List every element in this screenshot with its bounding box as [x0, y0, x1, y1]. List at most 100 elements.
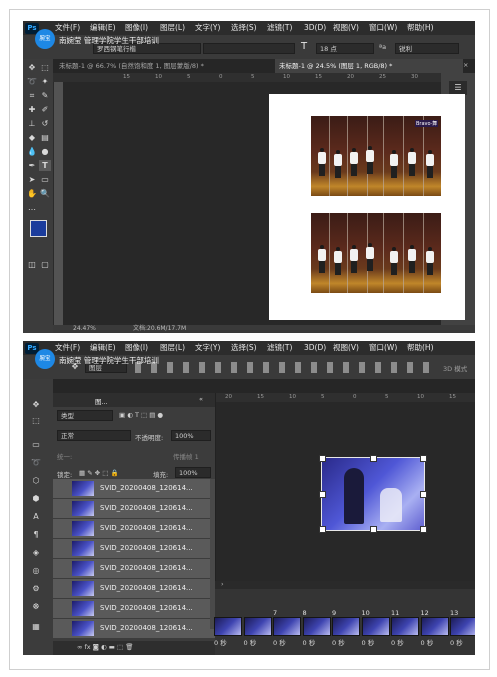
menu-filter[interactable]: 滤镜(T) [267, 21, 292, 35]
frame-delay[interactable]: 0 秒 [362, 637, 375, 647]
font-style-select[interactable] [203, 43, 295, 54]
frame-delay[interactable]: 0 秒 [303, 637, 316, 647]
move-tool-icon[interactable]: ✥ [26, 62, 38, 73]
lasso-tool-icon[interactable]: ➰ [26, 76, 38, 87]
frame-delay[interactable]: 0 秒 [244, 637, 257, 647]
menu-window[interactable]: 窗口(W) [369, 341, 397, 355]
brush-tool-icon[interactable]: ✐ [39, 104, 51, 115]
transform-handle[interactable] [420, 526, 427, 533]
layer-footer-icons[interactable]: ∞ fx ◙ ◐ ▬ ⬚ 🗑 [77, 643, 133, 651]
hand-tool-icon[interactable]: ✋ [26, 188, 38, 199]
visibility-toggle[interactable] [56, 543, 66, 553]
layer-filter-select[interactable]: 类型 [57, 410, 113, 421]
blur-tool-icon[interactable]: 💧 [26, 146, 38, 157]
close-tab-icon[interactable]: × [463, 61, 468, 69]
animation-frame[interactable]: 11 0 秒 [390, 609, 419, 647]
menu-view[interactable]: 视图(V) [333, 21, 359, 35]
animation-frame[interactable]: 13 0 秒 [449, 609, 475, 647]
menu-select[interactable]: 选择(S) [231, 21, 257, 35]
menu-edit[interactable]: 编辑(E) [90, 21, 116, 35]
foreground-color-swatch[interactable] [30, 220, 47, 237]
expand-arrow-icon[interactable]: › [221, 580, 224, 588]
filter-kind-icons[interactable]: ▣ ◐ T ⬚ ▤ ● [119, 411, 163, 419]
layer-row[interactable]: SVID_20200408_120614... [53, 479, 215, 499]
frame-delay[interactable]: 0 秒 [332, 637, 345, 647]
menu-window[interactable]: 窗口(W) [369, 21, 397, 35]
opacity-field[interactable]: 100% [171, 430, 211, 441]
collapse-panel-icon[interactable]: « [199, 395, 203, 403]
tab-document-2[interactable]: 未标题-1 @ 24.5% (图层 1, RGB/8) * [275, 59, 463, 73]
history-brush-icon[interactable]: ↺ [39, 118, 51, 129]
gradient-tool-icon[interactable]: ▤ [39, 132, 51, 143]
more-tools-icon[interactable]: … [26, 202, 38, 213]
paths-panel-icon[interactable]: ⚙ [30, 583, 42, 594]
eraser-tool-icon[interactable]: ◆ [26, 132, 38, 143]
transform-selection[interactable] [319, 455, 427, 533]
visibility-toggle[interactable] [56, 563, 66, 573]
channels-panel-icon[interactable]: ◎ [30, 565, 42, 576]
animation-frame[interactable]: 0 秒 [213, 609, 242, 647]
visibility-toggle[interactable] [56, 583, 66, 593]
menu-3d[interactable]: 3D(D) [304, 21, 326, 35]
frame-delay[interactable]: 0 秒 [273, 637, 286, 647]
frame-delay[interactable]: 0 秒 [214, 637, 227, 647]
layer-row[interactable]: SVID_20200408_120614... [53, 539, 215, 559]
stamp-tool-icon[interactable]: ⊥ [26, 118, 38, 129]
magic-wand-icon[interactable]: ✦ [39, 76, 51, 87]
lasso-tool-icon[interactable]: ➰ [30, 457, 42, 468]
menu-filter[interactable]: 滤镜(T) [267, 341, 292, 355]
marquee-tool-icon[interactable]: ⬚ [39, 62, 51, 73]
transform-handle[interactable] [370, 526, 377, 533]
propagate-frame-label[interactable]: 传播帧 1 [173, 451, 199, 461]
layer-row[interactable]: SVID_20200408_120614... [53, 499, 215, 519]
pen-tool-icon[interactable]: ✒ [26, 160, 38, 171]
visibility-toggle[interactable] [56, 503, 66, 513]
visibility-toggle[interactable] [56, 523, 66, 533]
lock-icons[interactable]: ▦ ✎ ✥ ⬚ 🔒 [79, 469, 119, 477]
menu-type[interactable]: 文字(Y) [195, 21, 220, 35]
anti-alias-select[interactable]: 锐利 [395, 43, 459, 54]
frame-delay[interactable]: 0 秒 [450, 637, 463, 647]
layer-row[interactable]: SVID_20200408_120614... [53, 559, 215, 579]
3d-object-icon[interactable]: ⬡ [30, 475, 42, 486]
swatches-panel-icon[interactable]: ☸ [30, 601, 42, 612]
zoom-readout[interactable]: 24.47% [73, 325, 96, 333]
crop-tool-icon[interactable]: ⌗ [26, 90, 38, 101]
artboard-tool-icon[interactable]: ⬚ [30, 415, 42, 426]
menu-view[interactable]: 视图(V) [333, 341, 359, 355]
menu-image[interactable]: 图像(I) [125, 21, 148, 35]
animation-frame[interactable]: 8 0 秒 [302, 609, 331, 647]
quick-mask-icon[interactable]: ◫ [26, 259, 38, 270]
transform-handle[interactable] [420, 491, 427, 498]
menu-file[interactable]: 文件(F) [55, 341, 80, 355]
type-tool-icon[interactable]: T [39, 160, 51, 171]
align-distribute-icons[interactable] [135, 362, 435, 373]
move-tool-icon[interactable]: ✥ [30, 399, 42, 410]
fill-field[interactable]: 100% [175, 467, 211, 478]
frame-delay[interactable]: 0 秒 [391, 637, 404, 647]
3d-cube-icon[interactable]: ⬢ [30, 493, 42, 504]
visibility-toggle[interactable] [56, 483, 66, 493]
menu-image[interactable]: 图像(I) [125, 341, 148, 355]
tab-document-1[interactable]: 未标题-1 @ 66.7% (自然饱和度 1, 图层蒙版/8) * [55, 59, 277, 73]
zoom-tool-icon[interactable]: 🔍 [39, 188, 51, 199]
layer-row[interactable]: SVID_20200408_120614... [53, 579, 215, 599]
visibility-toggle[interactable] [56, 603, 66, 613]
layer-row[interactable]: SVID_20200408_120614... [53, 599, 215, 619]
animation-frame[interactable]: 0 秒 [243, 609, 272, 647]
transform-handle[interactable] [420, 455, 427, 462]
visibility-toggle[interactable] [56, 623, 66, 633]
layer-row[interactable]: SVID_20200408_120614... [53, 619, 215, 639]
menu-layer[interactable]: 图层(L) [160, 21, 185, 35]
frame-delay[interactable]: 0 秒 [421, 637, 434, 647]
screen-mode-icon[interactable]: ▢ [39, 259, 51, 270]
menu-type[interactable]: 文字(Y) [195, 341, 220, 355]
adjustments-icon[interactable]: ☰ [449, 81, 467, 95]
menu-3d[interactable]: 3D(D) [304, 341, 326, 355]
animation-frame[interactable]: 12 0 秒 [420, 609, 449, 647]
layer-row[interactable]: SVID_20200408_120614... [53, 519, 215, 539]
transform-handle[interactable] [319, 526, 326, 533]
path-select-icon[interactable]: ➤ [26, 174, 38, 185]
paragraph-panel-icon[interactable]: ¶ [30, 529, 42, 540]
tab-layers[interactable]: 图... [95, 396, 108, 406]
